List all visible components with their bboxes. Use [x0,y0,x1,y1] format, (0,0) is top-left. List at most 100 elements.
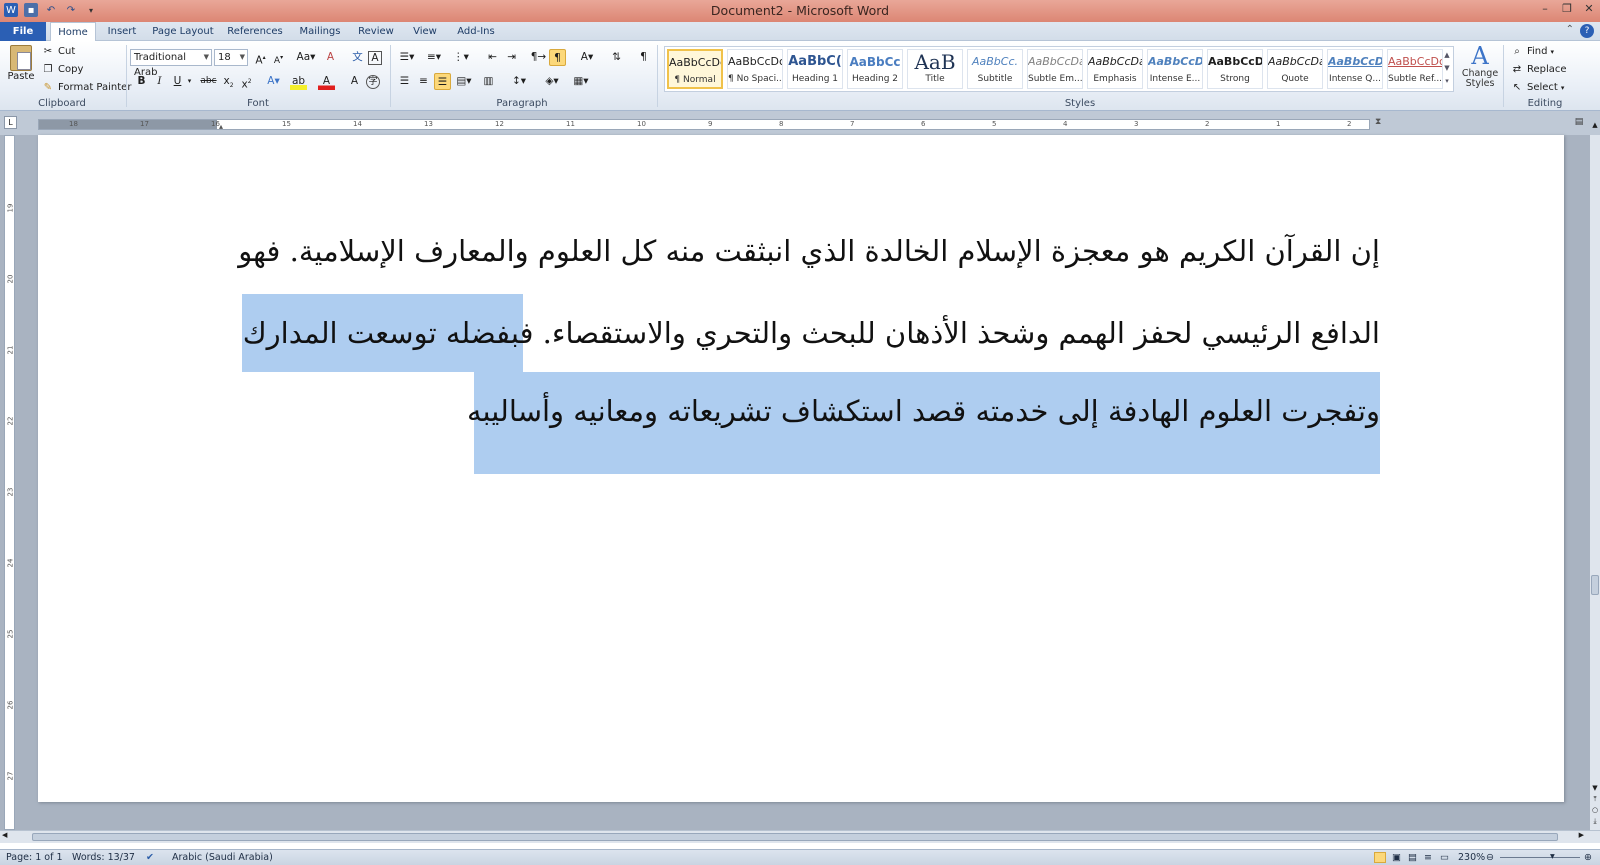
align-center-icon[interactable]: ≡ [415,73,432,90]
character-border-icon[interactable]: A [368,51,382,65]
language-indicator[interactable]: Arabic (Saudi Arabia) [172,852,273,863]
font-size-combo[interactable]: 18 ▼ [214,49,248,66]
paragraph-line-3[interactable]: وتفجرت العلوم الهادفة إلى خدمته قصد استك… [467,372,1380,450]
justify-icon[interactable]: ▤▾ [453,73,475,90]
decrease-indent-icon[interactable]: ⇤ [484,49,501,66]
style-subtle-reference[interactable]: AaBbCcDc Subtle Ref... [1387,49,1443,89]
sort-icon[interactable]: ⇅ [608,49,625,66]
paragraph-line-2[interactable]: الدافع الرئيسي لحفز الهمم وشحذ الأذهان ل… [243,294,1380,372]
tab-file[interactable]: File [0,22,46,41]
outline-view-icon[interactable]: ≡ [1424,852,1432,863]
document-page[interactable]: إن القرآن الكريم هو معجزة الإسلام الخالد… [38,135,1564,802]
select-button[interactable]: ↖ Select ▾ [1510,80,1565,95]
replace-button[interactable]: ⇄ Replace [1510,62,1567,77]
zoom-level[interactable]: 230% [1458,852,1485,863]
minimize-button[interactable]: – [1534,0,1556,18]
character-shading-icon[interactable]: A [346,73,363,90]
shrink-font-icon[interactable]: A▾ [270,49,287,66]
line-spacing-icon[interactable]: ↕▾ [508,73,530,90]
web-layout-view-icon[interactable]: ▤ [1408,852,1417,863]
tab-home[interactable]: Home [50,22,96,42]
grow-font-icon[interactable]: A▴ [252,49,269,67]
tab-review[interactable]: Review [352,22,400,41]
styles-scroll[interactable]: ▲ ▼ ▾ [1442,49,1452,89]
tab-insert[interactable]: Insert [100,22,144,41]
scroll-up-icon[interactable]: ▲ [1590,121,1600,133]
style-strong[interactable]: AaBbCcDcStrong [1207,49,1263,89]
horizontal-scroll-thumb[interactable] [32,833,1558,841]
ltr-direction-icon[interactable]: ¶→ [530,49,547,66]
change-case-icon[interactable]: Aa▾ [295,49,317,66]
tab-mailings[interactable]: Mailings [292,22,348,41]
cut-button[interactable]: ✂ Cut [41,44,75,59]
full-screen-view-icon[interactable]: ▣ [1392,852,1401,863]
bullets-icon[interactable]: ☰▾ [396,49,418,66]
paste-button[interactable]: Paste [6,45,36,95]
superscript-icon[interactable]: x2 [238,73,255,91]
vertical-scroll-thumb[interactable] [1591,575,1599,595]
copy-button[interactable]: ❐ Copy [41,62,84,77]
align-right-icon[interactable]: ☰ [434,73,451,90]
help-icon[interactable]: ? [1580,24,1594,38]
font-color-icon[interactable]: A [318,73,335,90]
increase-indent-icon[interactable]: ⇥ [503,49,520,66]
highlight-color-icon[interactable]: ab [290,73,307,90]
style-normal[interactable]: AaBbCcDc ¶ Normal [667,49,723,89]
indent-marker-icon[interactable]: ⧗ [1375,117,1381,127]
tab-marker-icon[interactable]: ▴ [219,122,223,131]
style-heading-2[interactable]: AaBbCc Heading 2 [847,49,903,89]
rtl-direction-icon[interactable]: ¶ [549,49,566,66]
close-button[interactable]: ✕ [1578,0,1600,18]
horizontal-scrollbar[interactable]: ◀ ▶ [0,830,1600,843]
distributed-icon[interactable]: ▥ [480,73,497,90]
scroll-left-icon[interactable]: ◀ [2,831,7,839]
print-layout-view-icon[interactable] [1374,852,1386,863]
ribbon-minimize-icon[interactable]: ⌃ [1566,24,1574,35]
style-subtitle[interactable]: AaBbCc. Subtitle [967,49,1023,89]
style-subtle-emphasis[interactable]: AaBbCcDa Subtle Em... [1027,49,1083,89]
tab-view[interactable]: View [404,22,446,41]
find-button[interactable]: ⌕ Find ▾ [1510,44,1554,59]
bold-icon[interactable]: B [133,73,150,90]
show-marks-icon[interactable]: ¶ [635,49,652,66]
vertical-scrollbar[interactable]: ▲ ▼ ⤒ ○ ⤓ [1590,121,1600,830]
style-intense-quote[interactable]: AaBbCcDaIntense Q... [1327,49,1383,89]
style-title[interactable]: AaB Title [907,49,963,89]
font-name-combo[interactable]: Traditional Arab ▼ [130,49,212,78]
draft-view-icon[interactable]: ▭ [1440,852,1449,863]
multilevel-list-icon[interactable]: ⋮▾ [450,49,472,66]
italic-icon[interactable]: I [151,73,168,90]
underline-dropdown-icon[interactable]: ▾ [181,73,198,90]
zoom-slider[interactable] [1500,857,1580,858]
zoom-out-icon[interactable]: ⊖ [1486,852,1494,863]
tab-selector-icon[interactable]: L [4,116,17,129]
style-heading-1[interactable]: AaBbC(Heading 1 [787,49,843,89]
scroll-right-icon[interactable]: ▶ [1579,831,1584,839]
word-count[interactable]: Words: 13/37 [72,852,135,863]
text-effects-icon[interactable]: A▾ [265,73,282,90]
clear-formatting-icon[interactable]: A [322,49,339,66]
format-painter-button[interactable]: ✎ Format Painter [41,80,132,95]
tab-references[interactable]: References [222,22,288,41]
subscript-icon[interactable]: x2 [220,73,237,90]
numbering-icon[interactable]: ≡▾ [423,49,445,66]
tab-page-layout[interactable]: Page Layout [148,22,218,41]
paragraph-line-1[interactable]: إن القرآن الكريم هو معجزة الإسلام الخالد… [238,212,1380,290]
phonetic-guide-icon[interactable]: 文 [349,49,366,66]
zoom-in-icon[interactable]: ⊕ [1584,852,1592,863]
tab-add-ins[interactable]: Add-Ins [450,22,502,41]
shading-icon[interactable]: ◈▾ [541,73,563,90]
enclose-characters-icon[interactable]: 字 [366,75,380,89]
align-left-icon[interactable]: ☰ [396,73,413,90]
zoom-slider-thumb[interactable]: ▾ [1550,851,1555,862]
horizontal-ruler[interactable]: 18 17 16 15 14 13 12 11 10 9 8 7 6 5 4 3 2 1 2 ⧗ ▴ [38,117,1381,131]
vertical-ruler[interactable]: 19 20 21 22 23 24 25 26 27 [4,135,15,830]
style-emphasis[interactable]: AaBbCcDa Emphasis [1087,49,1143,89]
page-count[interactable]: Page: 1 of 1 [6,852,63,863]
scroll-down-icon[interactable]: ▼ ⤒ ○ ⤓ [1590,783,1600,827]
text-direction-icon[interactable]: A▾ [576,49,598,66]
strikethrough-icon[interactable]: abc [200,73,217,90]
style-quote[interactable]: AaBbCcDa Quote [1267,49,1323,89]
change-styles-button[interactable]: A Change Styles [1460,43,1500,95]
borders-icon[interactable]: ▦▾ [570,73,592,90]
